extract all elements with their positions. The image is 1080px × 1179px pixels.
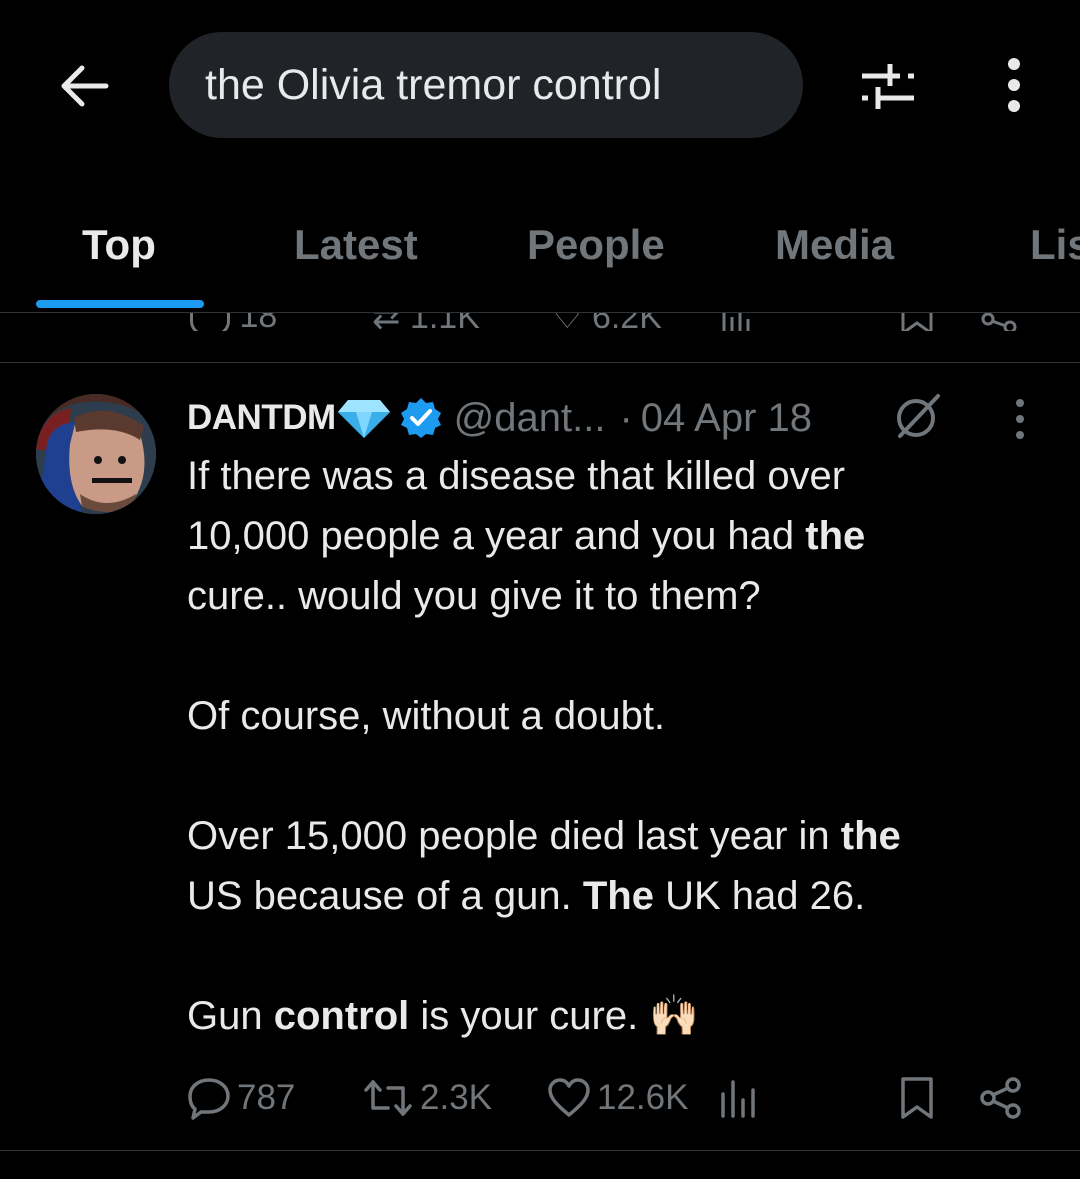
tweet-date[interactable]: 04 Apr 18 <box>641 396 812 441</box>
bookmark-button[interactable] <box>899 1068 941 1128</box>
views-button[interactable] <box>719 1068 765 1128</box>
gem-icon <box>337 400 390 438</box>
tweet-text-line: 10,000 people a year and you had the <box>187 506 865 566</box>
tweet-text-line: cure.. would you give it to them? <box>187 566 761 626</box>
reply-icon <box>190 313 230 331</box>
text-segment: Over 15,000 people died last year in <box>187 814 841 858</box>
bar-chart-icon <box>721 1080 755 1118</box>
repost-icon: ⇄ <box>372 313 401 331</box>
text-segment: Gun <box>187 994 274 1038</box>
prev-repost-count: 1.1K <box>410 313 480 331</box>
tweet-separator <box>0 1150 1080 1151</box>
prev-reply-button[interactable]: 18 <box>190 313 277 331</box>
reply-icon <box>188 1078 230 1120</box>
sliders-icon <box>862 64 914 109</box>
share-button[interactable] <box>979 1068 1029 1128</box>
tweet-text-line: US because of a gun. The UK had 26. <box>187 866 865 926</box>
reply-count: 787 <box>237 1078 296 1117</box>
prev-share-icon[interactable] <box>980 313 1020 331</box>
active-tab-indicator <box>36 300 204 308</box>
arrow-left-icon <box>61 65 109 107</box>
vertical-dots-icon <box>1016 399 1024 439</box>
text-segment: cure.. would you give it to them? <box>187 574 761 618</box>
prev-like-count: 6.2K <box>592 313 662 331</box>
search-query[interactable]: the Olivia tremor control <box>205 32 661 138</box>
avatar[interactable] <box>36 394 156 514</box>
vertical-dots-icon <box>1008 58 1020 112</box>
tweet-separator <box>0 362 1080 363</box>
search-filter-button[interactable] <box>858 60 916 112</box>
like-count: 12.6K <box>597 1078 689 1117</box>
raising-hands-emoji-icon: 🙌🏻 <box>649 994 700 1038</box>
tab-top[interactable]: Top <box>82 215 156 275</box>
bold-text-segment: the <box>840 814 901 858</box>
prev-bookmark-icon[interactable] <box>900 313 934 331</box>
display-name[interactable]: DANTDM <box>187 398 336 438</box>
text-segment: If there was a disease that killed over <box>187 454 846 498</box>
bold-text-segment: the <box>805 514 866 558</box>
tweet-text-line: Of course, without a doubt. <box>187 686 665 746</box>
text-segment: Of course, without a doubt. <box>187 694 666 738</box>
repost-icon <box>364 1080 412 1116</box>
tweet-text-line: If there was a disease that killed over <box>187 446 845 506</box>
back-button[interactable] <box>56 58 112 114</box>
previous-tweet-actions: 18 ⇄ 1.1K ♡ 6.2K <box>0 313 1080 331</box>
tweet-text-line: Gun control is your cure. 🙌🏻 <box>187 986 699 1046</box>
tab-latest[interactable]: Latest <box>294 215 418 275</box>
user-handle[interactable]: @dant... <box>454 396 606 441</box>
bookmark-icon <box>901 1077 933 1119</box>
bold-text-segment: control <box>273 994 410 1038</box>
verified-badge-icon <box>400 398 441 438</box>
repost-button[interactable]: 2.3K <box>362 1068 492 1128</box>
tweet-more-button[interactable] <box>1008 398 1032 440</box>
heart-icon <box>548 1078 590 1117</box>
prev-reply-count: 18 <box>239 313 277 331</box>
share-icon <box>980 1077 1021 1119</box>
tweet-header: DANTDM @dant... · 04 Apr 18 <box>187 390 812 446</box>
prev-repost-button[interactable]: ⇄ 1.1K <box>372 313 480 331</box>
text-segment: 10,000 people a year and you had <box>187 514 806 558</box>
text-segment: UK had 26. <box>653 874 866 918</box>
text-segment: is your cure. <box>409 994 650 1038</box>
tweet-actions: 787 2.3K 12.6K <box>187 1068 1037 1128</box>
heart-icon: ♡ <box>552 313 582 331</box>
tab-lists[interactable]: Lis <box>1030 215 1080 275</box>
tweet-text-line: Over 15,000 people died last year in the <box>187 806 901 866</box>
text-segment: US because of a gun. <box>187 874 583 918</box>
tab-people[interactable]: People <box>527 215 665 275</box>
prev-views-icon[interactable] <box>720 313 754 331</box>
grok-icon <box>897 394 940 438</box>
more-options-button[interactable] <box>1000 56 1028 116</box>
tab-media[interactable]: Media <box>775 215 894 275</box>
repost-count: 2.3K <box>420 1078 492 1117</box>
prev-like-button[interactable]: ♡ 6.2K <box>552 313 662 331</box>
bold-text-segment: The <box>582 874 654 918</box>
separator-dot: · <box>619 395 633 440</box>
grok-button[interactable] <box>892 392 944 440</box>
search-input[interactable]: the Olivia tremor control <box>169 32 803 138</box>
like-button[interactable]: 12.6K <box>547 1068 688 1128</box>
reply-button[interactable]: 787 <box>187 1068 295 1128</box>
